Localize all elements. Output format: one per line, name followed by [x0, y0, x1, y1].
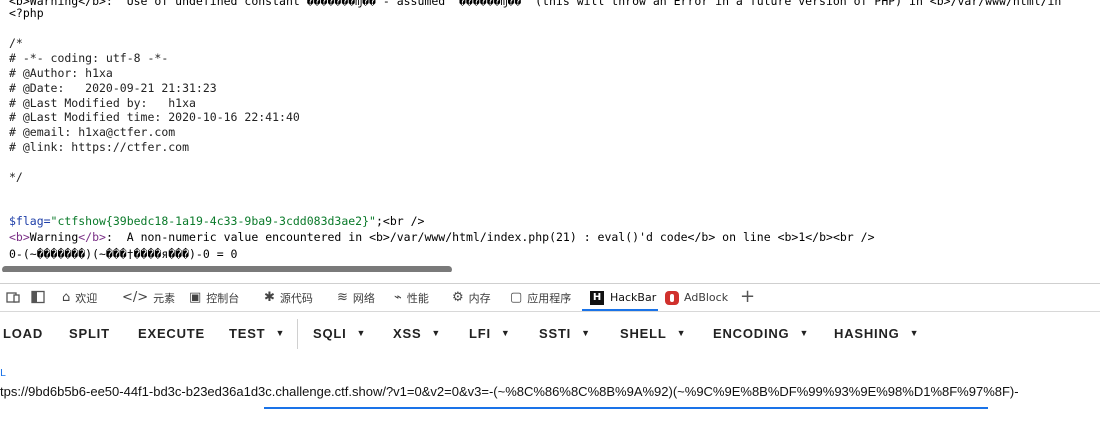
dock-side-icon[interactable] [31, 290, 45, 304]
shell-menu[interactable]: SHELL ▼ [620, 319, 686, 347]
comment-open: /* [9, 36, 23, 50]
performance-icon: ⌁ [394, 290, 402, 305]
devtools-panel: ⌂ 欢迎 </> 元素 ▣ 控制台 ✱ 源代码 ≋ 网络 ⌁ 性能 ⚙ 内存 ▢ 应用程序 HH… [0, 283, 1100, 429]
memory-icon: ⚙ [452, 290, 464, 305]
lfi-menu[interactable]: LFI ▼ [469, 319, 511, 347]
php-open-tag: <?php [9, 6, 44, 20]
add-tab-icon[interactable]: + [740, 286, 755, 307]
toolbar-divider [297, 319, 298, 349]
tab-console[interactable]: ▣ 控制台 [189, 284, 239, 311]
html-tag: <b> [9, 230, 30, 244]
tab-label: 网络 [352, 291, 375, 305]
chevron-down-icon: ▼ [799, 328, 810, 338]
tab-label: 内存 [468, 291, 491, 305]
menu-label: HASHING [834, 325, 900, 341]
tab-label: HackBar [610, 291, 657, 304]
tab-label: 性能 [406, 291, 429, 305]
result-line: 0-(~�������)(~���†����я���)-0 = 0 [9, 247, 238, 261]
code-icon: </> [122, 290, 149, 305]
warning-top-fragment: <b>Warning</b>: Use of undefined constan… [9, 0, 1062, 8]
menu-label: LFI [469, 325, 491, 341]
url-input[interactable]: tps://9bd6b5b6-ee50-44f1-bd3c-b23ed36a1d… [0, 384, 1019, 399]
page-source-view: <b>Warning</b>: Use of undefined constan… [0, 0, 1100, 272]
load-button[interactable]: LOAD [3, 319, 43, 347]
hackbar-toolbar: LOAD SPLIT EXECUTE TEST ▼ SQLI ▼ XSS ▼ LFI ▼… [0, 319, 1100, 349]
horizontal-scrollbar[interactable] [0, 264, 1100, 272]
home-icon: ⌂ [62, 290, 71, 305]
chevron-down-icon: ▼ [356, 328, 367, 338]
chevron-down-icon: ▼ [500, 328, 511, 338]
tab-network[interactable]: ≋ 网络 [337, 284, 375, 311]
menu-label: SHELL [620, 325, 667, 341]
tab-memory[interactable]: ⚙ 内存 [452, 284, 491, 311]
ssti-menu[interactable]: SSTI ▼ [539, 319, 591, 347]
html-tag: </b> [78, 230, 106, 244]
warning-path: <b>/var/www/html/index.php(21) : eval()'… [369, 230, 716, 244]
flag-tail: ;<br /> [375, 214, 425, 228]
tab-label: 源代码 [279, 291, 313, 305]
warning-message: : A non-numeric value encountered in [105, 230, 370, 244]
comment-close: */ [9, 170, 23, 184]
hashing-menu[interactable]: HASHING ▼ [834, 319, 919, 347]
bug-icon: ✱ [264, 290, 275, 305]
warning-word: Warning [29, 230, 79, 244]
xss-menu[interactable]: XSS ▼ [393, 319, 441, 347]
tab-elements[interactable]: </> 元素 [122, 284, 175, 311]
wifi-icon: ≋ [337, 290, 348, 305]
chevron-down-icon: ▼ [275, 328, 286, 338]
comment-line: # @link: https://ctfer.com [9, 140, 190, 154]
flag-line: $flag="ctfshow{39bedc18-1a19-4c33-9ba9-3… [9, 214, 424, 229]
chevron-down-icon: ▼ [909, 328, 920, 338]
comment-line: # -*- coding: utf-8 -*- [9, 51, 169, 65]
encoding-menu[interactable]: ENCODING ▼ [713, 319, 809, 347]
comment-line: # @Date: 2020-09-21 21:31:23 [9, 81, 217, 95]
tab-hackbar[interactable]: H HackBar [590, 284, 656, 311]
comment-line: # @Last Modified time: 2020-10-16 22:41:… [9, 110, 300, 124]
tab-welcome[interactable]: ⌂ 欢迎 [62, 284, 97, 311]
sqli-menu[interactable]: SQLI ▼ [313, 319, 366, 347]
active-tab-indicator [582, 309, 658, 311]
tab-label: 元素 [153, 291, 176, 305]
menu-label: SSTI [539, 325, 572, 341]
chevron-down-icon: ▼ [431, 328, 442, 338]
menu-label: XSS [393, 325, 422, 341]
tab-label: AdBlock [684, 291, 729, 304]
execute-button[interactable]: EXECUTE [138, 319, 205, 347]
console-icon: ▣ [189, 290, 202, 305]
tab-sources[interactable]: ✱ 源代码 [264, 284, 313, 311]
warning-line-number: <b>1</b><br /> [777, 230, 875, 244]
tab-application[interactable]: ▢ 应用程序 [510, 284, 571, 311]
tab-label: 控制台 [206, 291, 240, 305]
warning-online: on line [715, 230, 778, 244]
test-menu[interactable]: TEST ▼ [229, 319, 285, 347]
hackbar-icon: H [590, 290, 604, 305]
tab-adblock[interactable]: AdBlock [665, 284, 728, 311]
comment-line: # @email: h1xa@ctfer.com [9, 125, 176, 139]
menu-label: ENCODING [713, 325, 790, 341]
menu-label: TEST [229, 325, 266, 341]
menu-label: SQLI [313, 325, 347, 341]
comment-line: # @Author: h1xa [9, 66, 113, 80]
flag-variable: $flag= [9, 214, 51, 228]
application-icon: ▢ [510, 290, 523, 305]
warning-line: <b>Warning</b>: A non-numeric value enco… [9, 230, 875, 245]
tab-label: 欢迎 [75, 291, 98, 305]
flag-value: "ctfshow{39bedc18-1a19-4c33-9ba9-3cdd083… [50, 214, 376, 228]
devtools-tabbar: ⌂ 欢迎 </> 元素 ▣ 控制台 ✱ 源代码 ≋ 网络 ⌁ 性能 ⚙ 内存 ▢ 应用程序 HH… [0, 284, 1100, 312]
adblock-icon [665, 290, 679, 305]
chevron-down-icon: ▼ [581, 328, 591, 338]
comment-line: # @Last Modified by: h1xa [9, 96, 196, 110]
device-toolbar-icon[interactable] [6, 290, 20, 304]
tab-label: 应用程序 [527, 291, 572, 305]
chevron-down-icon: ▼ [676, 328, 687, 338]
tab-performance[interactable]: ⌁ 性能 [394, 284, 429, 311]
url-input-focus-line [264, 407, 988, 409]
scrollbar-thumb[interactable] [2, 266, 452, 272]
url-field-label: L [0, 368, 6, 379]
split-button[interactable]: SPLIT [69, 319, 110, 347]
